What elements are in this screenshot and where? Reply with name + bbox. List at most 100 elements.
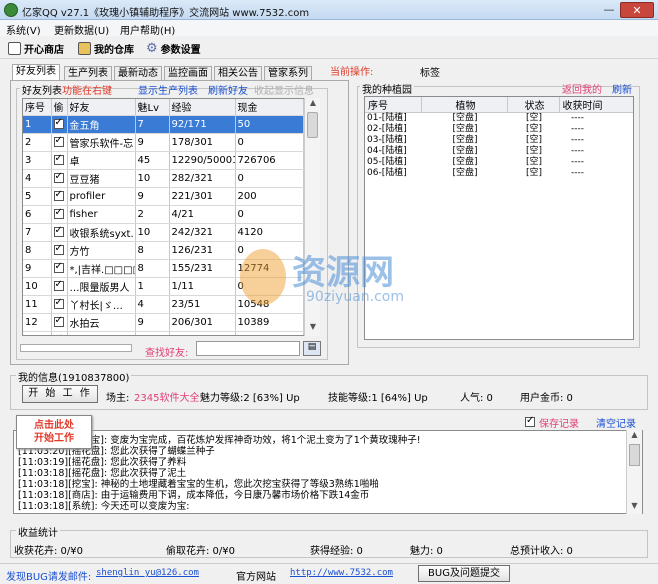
- table-row[interactable]: 13 管友软件-小吴26/210: [23, 331, 304, 335]
- menu-update-data[interactable]: 更新数据(U): [54, 22, 109, 37]
- table-row[interactable]: 5 profiler9221/301200: [23, 187, 304, 206]
- title-bar[interactable]: 亿家QQ v27.1《玫瑰小镇辅助程序》交流网站 www.7532.com — …: [0, 0, 658, 20]
- tab-butler[interactable]: 管家系列: [264, 66, 312, 80]
- clear-log-link[interactable]: 清空记录: [596, 415, 636, 430]
- settings-button[interactable]: ⚙ 参数设置: [146, 40, 201, 57]
- table-row[interactable]: 3卓4512290/50001726706: [23, 151, 304, 170]
- steal-checkbox[interactable]: [53, 261, 64, 273]
- shop-label: 开心商店: [24, 45, 64, 56]
- steal-checkbox[interactable]: [53, 189, 64, 201]
- back-to-mine-link[interactable]: 返回我的: [562, 81, 602, 96]
- table-row[interactable]: 7 收银系统syxt.10242/3214120: [23, 223, 304, 242]
- start-work-hint-popup[interactable]: 点击此处 开始工作: [16, 415, 92, 449]
- steal-cell: [51, 241, 68, 260]
- watermark-logo-icon: [240, 249, 286, 305]
- func-hint: 功能在右键: [62, 86, 112, 97]
- steal-checkbox[interactable]: [53, 297, 64, 309]
- bug-email-link[interactable]: shenglin_yu@126.com: [96, 568, 199, 578]
- col-header[interactable]: 偷: [51, 99, 68, 116]
- tab-notices[interactable]: 相关公告: [214, 66, 262, 80]
- log-area[interactable]: [11:03:20][魔法宝]: 变废为宝完成，百花炼炉发挥神奇功效，将1个泥土…: [13, 430, 643, 514]
- cell-no: 5: [23, 187, 52, 206]
- tab-latest[interactable]: 最新动态: [114, 66, 162, 80]
- official-site-link[interactable]: http://www.7532.com: [290, 568, 393, 578]
- table-header: 序号 偷 好友 魅Lv 经验 现金: [23, 99, 304, 116]
- steal-checkbox[interactable]: [53, 171, 64, 183]
- steal-checkbox[interactable]: [53, 117, 64, 129]
- table-row[interactable]: 12 水拍云9206/30110389: [23, 313, 304, 332]
- col-header[interactable]: 魅Lv: [135, 99, 170, 116]
- refresh-plants-link[interactable]: 刷新: [612, 81, 632, 96]
- hint-line: 开始工作: [34, 433, 74, 444]
- shop-button[interactable]: 开心商店: [8, 40, 64, 57]
- col-header[interactable]: 收获时间: [559, 97, 633, 113]
- steal-checkbox[interactable]: [53, 153, 64, 165]
- log-line: [11:03:18][系统]: 今天还可以变废为宝:: [18, 501, 190, 512]
- refresh-friends-link[interactable]: 刷新好友: [208, 82, 248, 97]
- cell-lv: 9: [135, 187, 170, 206]
- steal-cell: [51, 169, 68, 188]
- close-button[interactable]: ✕: [620, 2, 654, 18]
- cell-time: ----: [571, 168, 584, 178]
- cell-lv: 9: [135, 313, 170, 332]
- cell-lv: 2: [135, 205, 170, 224]
- cell-lv: 2: [135, 331, 170, 335]
- show-production-link[interactable]: 显示生产列表: [138, 82, 198, 97]
- scroll-down-icon[interactable]: ▼: [305, 322, 321, 335]
- table-row[interactable]: 05-[陆植] [空盘] [空] ----: [365, 157, 633, 168]
- steal-checkbox[interactable]: [53, 243, 64, 255]
- steal-checkbox[interactable]: [53, 135, 64, 147]
- table-row[interactable]: 1 金五角792/17150: [23, 115, 304, 134]
- scroll-up-icon[interactable]: ▲: [305, 98, 321, 111]
- cell-lv: 10: [135, 223, 170, 242]
- minimize-button[interactable]: —: [600, 2, 618, 18]
- table-row[interactable]: 6 fisher24/210: [23, 205, 304, 224]
- steal-checkbox[interactable]: [53, 207, 64, 219]
- bug-submit-button[interactable]: BUG及问题提交: [418, 565, 510, 582]
- tab-monitor[interactable]: 监控画面: [164, 66, 212, 80]
- tab-friends[interactable]: 好友列表: [12, 64, 60, 81]
- steal-cell: [51, 151, 68, 170]
- owner-value: 2345软件大全: [134, 393, 200, 404]
- table-row[interactable]: 2 管家乐软件-忘9178/3010: [23, 133, 304, 152]
- col-header[interactable]: 好友: [67, 99, 136, 116]
- tab-production[interactable]: 生产列表: [64, 66, 112, 80]
- start-work-button[interactable]: 开 始 工 作: [22, 385, 98, 403]
- steal-checkbox[interactable]: [53, 315, 64, 327]
- table-row[interactable]: 02-[陆植] [空盘] [空] ----: [365, 124, 633, 135]
- cell-name: 豆豆猪: [67, 169, 136, 188]
- col-header[interactable]: 序号: [23, 99, 52, 116]
- col-header[interactable]: 植物: [421, 97, 508, 113]
- table-row[interactable]: 03-[陆植] [空盘] [空] ----: [365, 135, 633, 146]
- col-header[interactable]: 现金: [235, 99, 304, 116]
- warehouse-button[interactable]: 我的仓库: [78, 40, 134, 57]
- menu-system[interactable]: 系统(V): [6, 22, 41, 37]
- col-header[interactable]: 经验: [169, 99, 236, 116]
- save-log-checkbox[interactable]: [525, 415, 535, 427]
- cell-name: 丫村长|ゞ…: [67, 295, 136, 314]
- table-row[interactable]: 06-[陆植] [空盘] [空] ----: [365, 168, 633, 179]
- scroll-thumb[interactable]: [307, 112, 318, 138]
- horizontal-slider[interactable]: [20, 344, 132, 352]
- steal-checkbox[interactable]: [53, 225, 64, 237]
- scroll-thumb[interactable]: [629, 444, 640, 466]
- scroll-down-icon[interactable]: ▼: [627, 501, 642, 513]
- menu-help[interactable]: 用户帮助(H): [120, 22, 175, 37]
- table-row[interactable]: 04-[陆植] [空盘] [空] ----: [365, 146, 633, 157]
- hint-line: 点击此处: [34, 420, 74, 431]
- steal-checkbox[interactable]: [53, 333, 64, 335]
- table-row[interactable]: 4 豆豆猪10282/3210: [23, 169, 304, 188]
- cell-lv: 45: [135, 151, 170, 170]
- table-row[interactable]: 01-[陆植] [空盘] [空] ----: [365, 113, 633, 125]
- col-header[interactable]: 序号: [365, 97, 422, 113]
- scroll-up-icon[interactable]: ▲: [627, 430, 642, 442]
- cell-lv: 10: [135, 169, 170, 188]
- search-icon[interactable]: ▤: [303, 341, 321, 356]
- search-friend-input[interactable]: [196, 341, 300, 356]
- col-header[interactable]: 状态: [507, 97, 560, 113]
- steal-cell: [51, 313, 68, 332]
- log-scrollbar[interactable]: ▲ ▼: [626, 430, 642, 514]
- collapse-info-link[interactable]: 收起显示信息: [254, 82, 314, 97]
- steal-checkbox[interactable]: [53, 279, 64, 291]
- cell-cash: 0: [235, 205, 304, 224]
